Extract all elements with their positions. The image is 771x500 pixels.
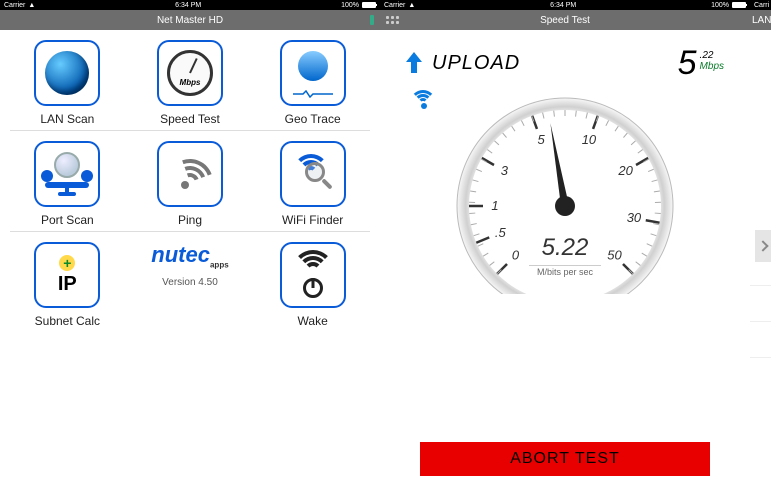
wifi-icon: ▲ — [408, 2, 415, 9]
tile-label: Speed Test — [160, 112, 220, 126]
abort-test-button[interactable]: ABORT TEST — [420, 442, 710, 476]
status-bar: Carrier ▲ 6:34 PM 100% — [380, 0, 750, 10]
svg-text:10: 10 — [582, 132, 597, 147]
expand-chevron-button[interactable] — [755, 230, 771, 262]
page-title: Speed Test — [540, 15, 590, 26]
page-title: Net Master HD — [157, 15, 223, 26]
tile-label: Wake — [298, 314, 328, 328]
pane-net-master: Carrier ▲ 6:34 PM 100% Net Master HD LAN… — [0, 0, 380, 500]
wifi-icon: ▲ — [28, 2, 35, 9]
clock: 6:34 PM — [550, 2, 576, 9]
carrier-label: Carrier — [4, 2, 25, 9]
gauge-icon: Mbps — [167, 50, 213, 96]
subnet-calc-icon: +IP — [42, 250, 92, 300]
svg-text:5: 5 — [537, 132, 545, 147]
upload-arrow-icon — [406, 52, 422, 74]
tile-label: Ping — [178, 213, 202, 227]
status-bar: Carri — [750, 0, 771, 10]
status-bar: Carrier ▲ 6:34 PM 100% — [0, 0, 380, 10]
tile-label: Port Scan — [41, 213, 94, 227]
tool-grid: LAN Scan Mbps Speed Test Geo Trace Po — [0, 30, 380, 500]
port-scan-icon — [43, 154, 91, 194]
tile-speed-test[interactable]: Mbps Speed Test — [135, 40, 245, 126]
version-label: Version 4.50 — [162, 277, 218, 288]
svg-text:3: 3 — [501, 163, 509, 178]
nav-bar-mid: Speed Test — [380, 10, 750, 30]
list-item[interactable] — [750, 286, 771, 322]
tile-lan-scan[interactable]: LAN Scan — [12, 40, 122, 126]
carrier-label: Carrier — [384, 2, 405, 9]
battery-pct: 100% — [341, 2, 359, 9]
ping-icon — [167, 151, 213, 197]
tile-ping[interactable]: Ping — [135, 141, 245, 227]
brand-logo: nutecapps Version 4.50 — [135, 242, 245, 328]
svg-text:30: 30 — [627, 210, 642, 225]
carrier-label: Carri — [754, 2, 769, 9]
wake-icon — [290, 250, 336, 300]
radar-globe-icon — [45, 51, 89, 95]
globe-pulse-icon — [291, 51, 335, 95]
battery-pct: 100% — [711, 2, 729, 9]
tile-label: WiFi Finder — [282, 213, 343, 227]
tile-label: LAN Scan — [40, 112, 94, 126]
speed-readout: 5 .22 Mbps — [678, 46, 724, 80]
speedometer: 0.513510203050 5.22 M/bits per sec — [435, 86, 695, 306]
clock: 6:34 PM — [175, 2, 201, 9]
nav-action-button[interactable] — [370, 15, 374, 25]
tile-subnet-calc[interactable]: +IP Subnet Calc — [12, 242, 122, 328]
svg-text:1: 1 — [491, 198, 498, 213]
nav-bar-left: Net Master HD — [0, 10, 380, 30]
battery-icon — [732, 2, 746, 8]
nav-bar-right: LAN — [750, 10, 771, 30]
upload-header: UPLOAD 5 .22 Mbps — [380, 30, 750, 86]
tile-label: Subnet Calc — [35, 314, 100, 328]
apps-grid-button[interactable] — [386, 16, 400, 24]
gauge-readout: 5.22 M/bits per sec — [435, 234, 695, 280]
tile-geo-trace[interactable]: Geo Trace — [258, 40, 368, 126]
pane-lan-sliver: Carri LAN — [750, 0, 771, 500]
svg-text:20: 20 — [617, 163, 633, 178]
battery-icon — [362, 2, 376, 8]
tile-port-scan[interactable]: Port Scan — [12, 141, 122, 227]
tile-label: Geo Trace — [285, 112, 341, 126]
wifi-finder-icon — [289, 152, 337, 196]
list-item[interactable] — [750, 322, 771, 358]
direction-label: UPLOAD — [432, 52, 520, 75]
pane-speed-test: Carrier ▲ 6:34 PM 100% Speed Test UPLOAD… — [380, 0, 750, 500]
tile-wifi-finder[interactable]: WiFi Finder — [258, 141, 368, 227]
tile-wake[interactable]: Wake — [258, 242, 368, 328]
page-title: LAN — [752, 15, 771, 26]
